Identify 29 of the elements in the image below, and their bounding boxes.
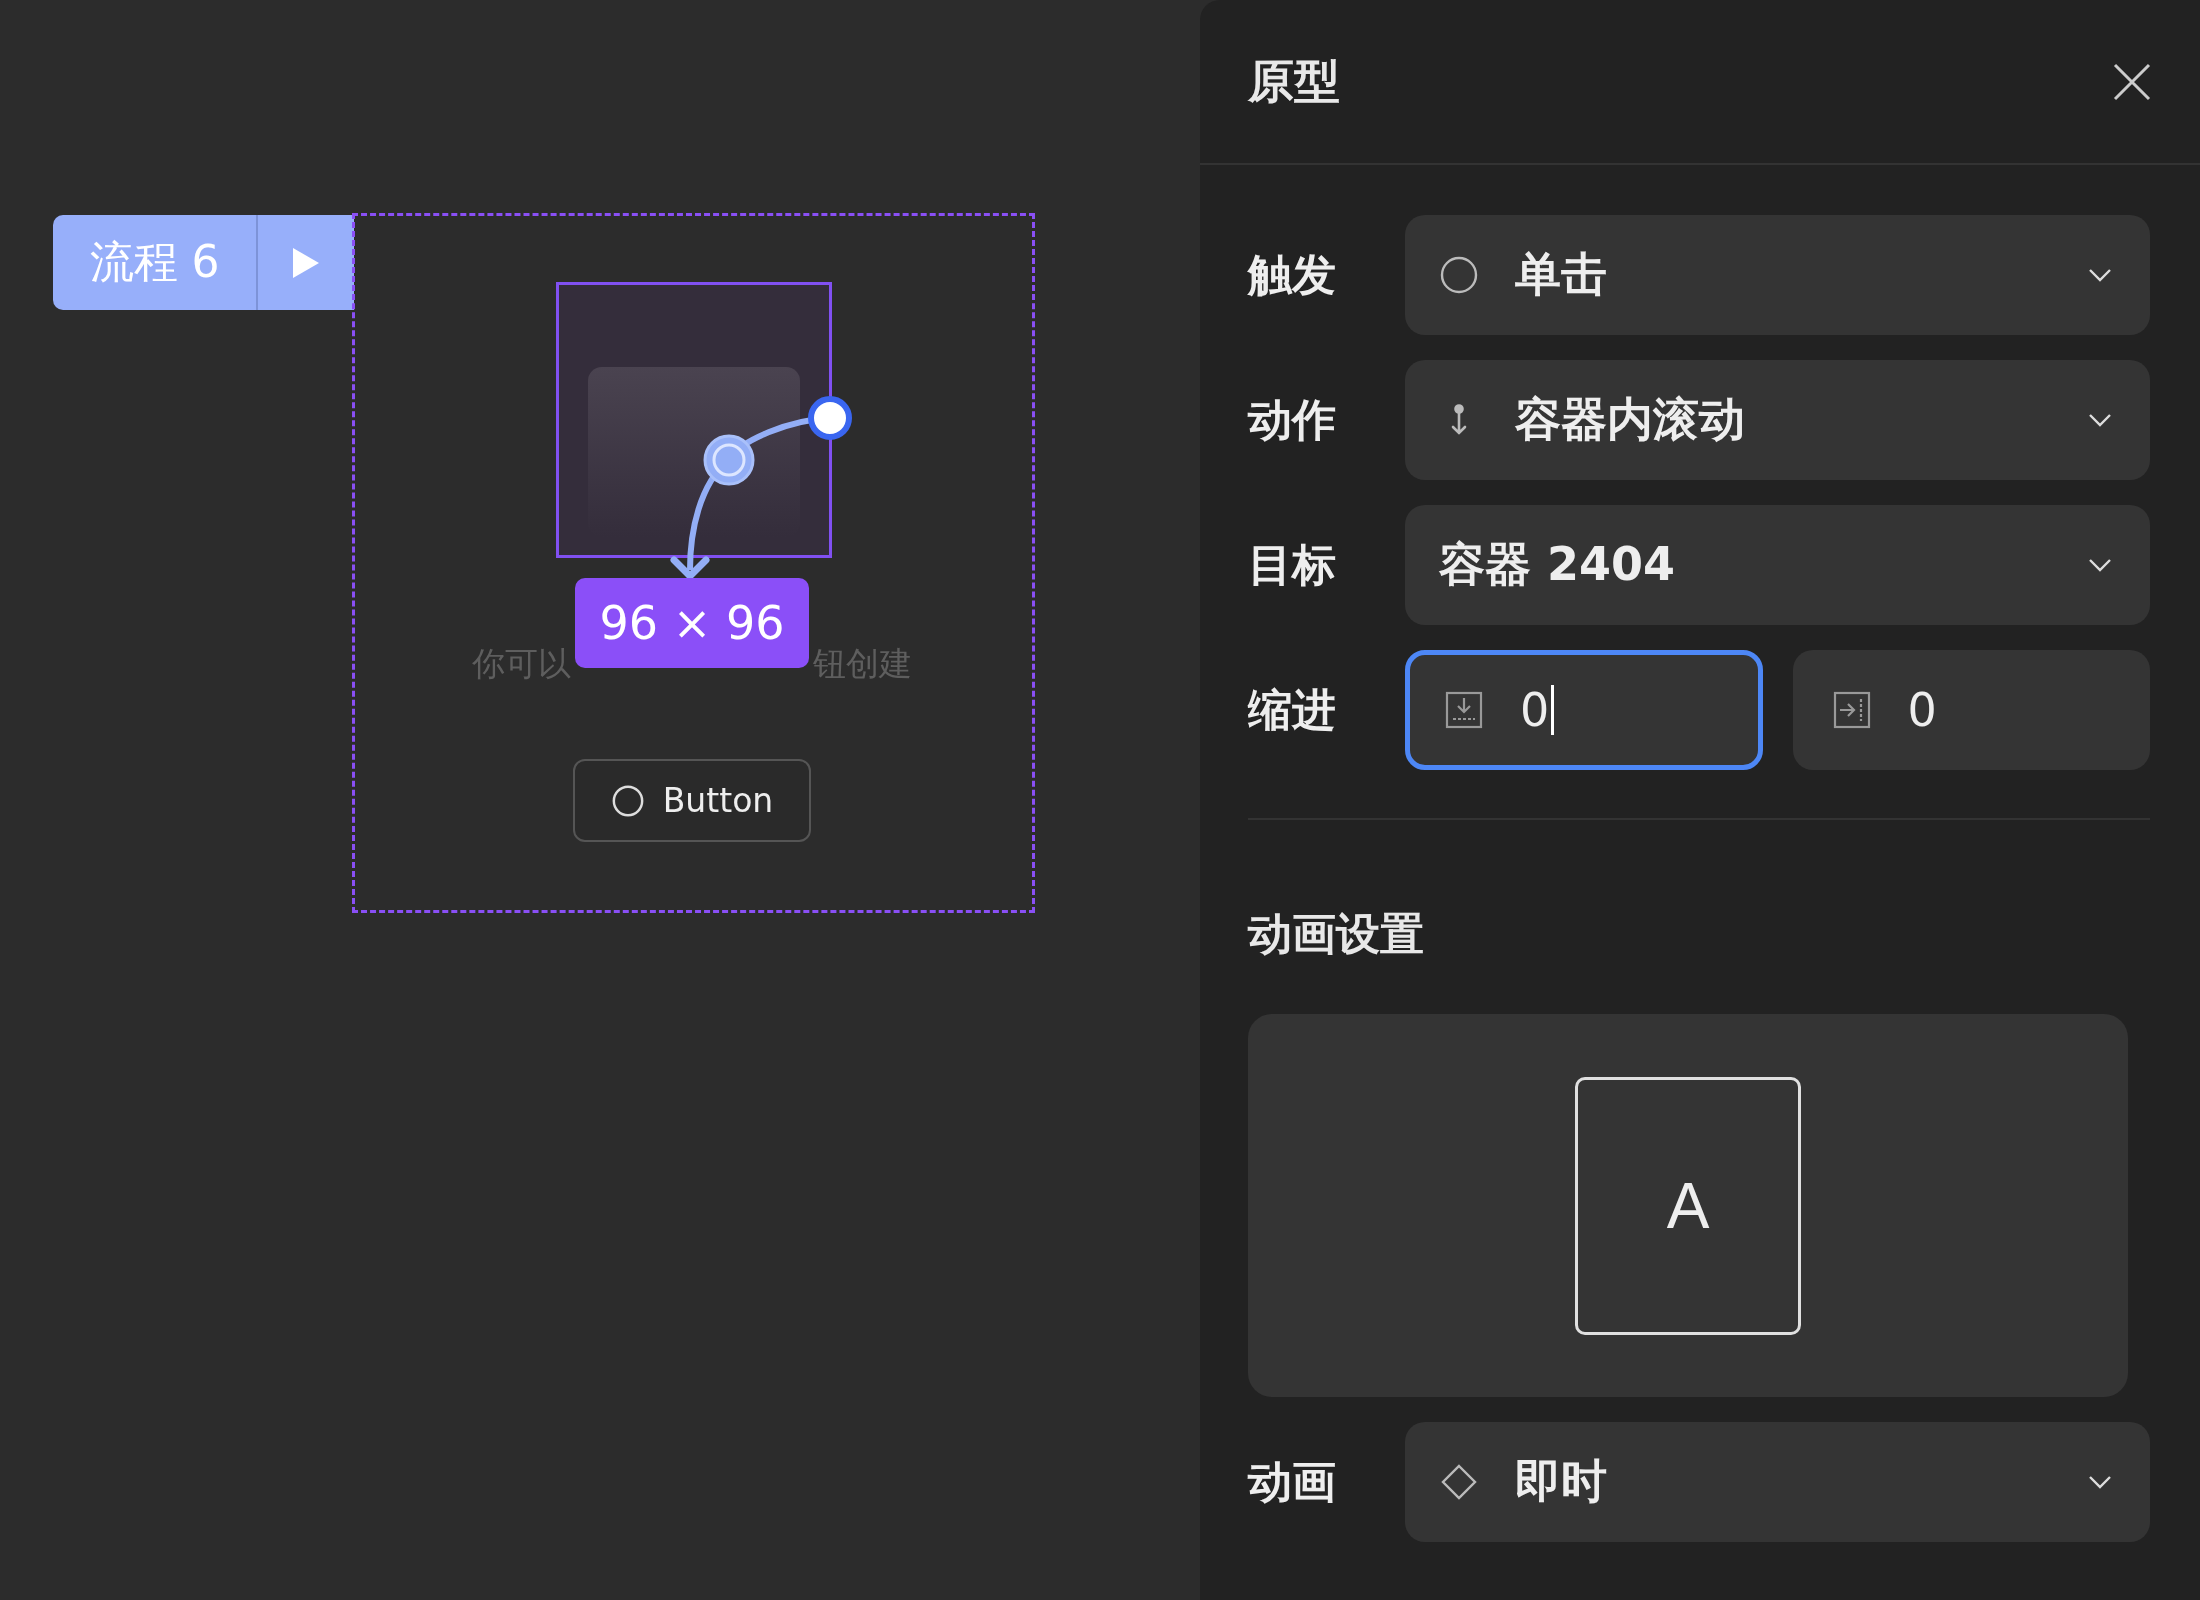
dropdown[interactable]: 单击 — [1405, 215, 2150, 335]
connection-handle[interactable] — [808, 396, 852, 440]
play-icon — [291, 245, 321, 280]
field-label: 动画 — [1248, 1454, 1337, 1509]
preview-frame: A — [1575, 1076, 1801, 1335]
chevron-down-icon — [2088, 1475, 2112, 1489]
panel-title: 原型 — [1248, 52, 1340, 110]
chevron-down-icon — [2088, 268, 2112, 282]
number-input[interactable]: 0 — [1405, 650, 1763, 770]
chevron-down-icon — [2088, 413, 2112, 427]
dropdown[interactable]: 容器 2404 — [1405, 505, 2150, 625]
size-badge: 96 × 96 — [575, 578, 809, 668]
chevron-down-icon — [2088, 558, 2112, 572]
dropdown[interactable]: 即时 — [1405, 1422, 2150, 1542]
align-right-icon — [1831, 690, 1872, 730]
section-title: 动画设置 — [1248, 907, 1425, 961]
field-label: 缩进 — [1248, 682, 1337, 737]
anchor-point — [703, 434, 755, 486]
close-icon[interactable] — [2112, 61, 2152, 102]
diamond-icon — [1439, 1462, 1479, 1502]
field-label: 触发 — [1248, 247, 1337, 302]
field-label: 目标 — [1248, 537, 1337, 592]
circle-icon — [610, 783, 645, 818]
dropdown[interactable]: 容器内滚动 — [1405, 360, 2150, 480]
circle-icon — [1439, 255, 1479, 295]
sample-button[interactable]: Button — [573, 759, 811, 842]
field-label: 动作 — [1248, 392, 1337, 447]
align-bottom-icon — [1444, 690, 1484, 730]
number-input[interactable]: 0 — [1792, 650, 2150, 770]
